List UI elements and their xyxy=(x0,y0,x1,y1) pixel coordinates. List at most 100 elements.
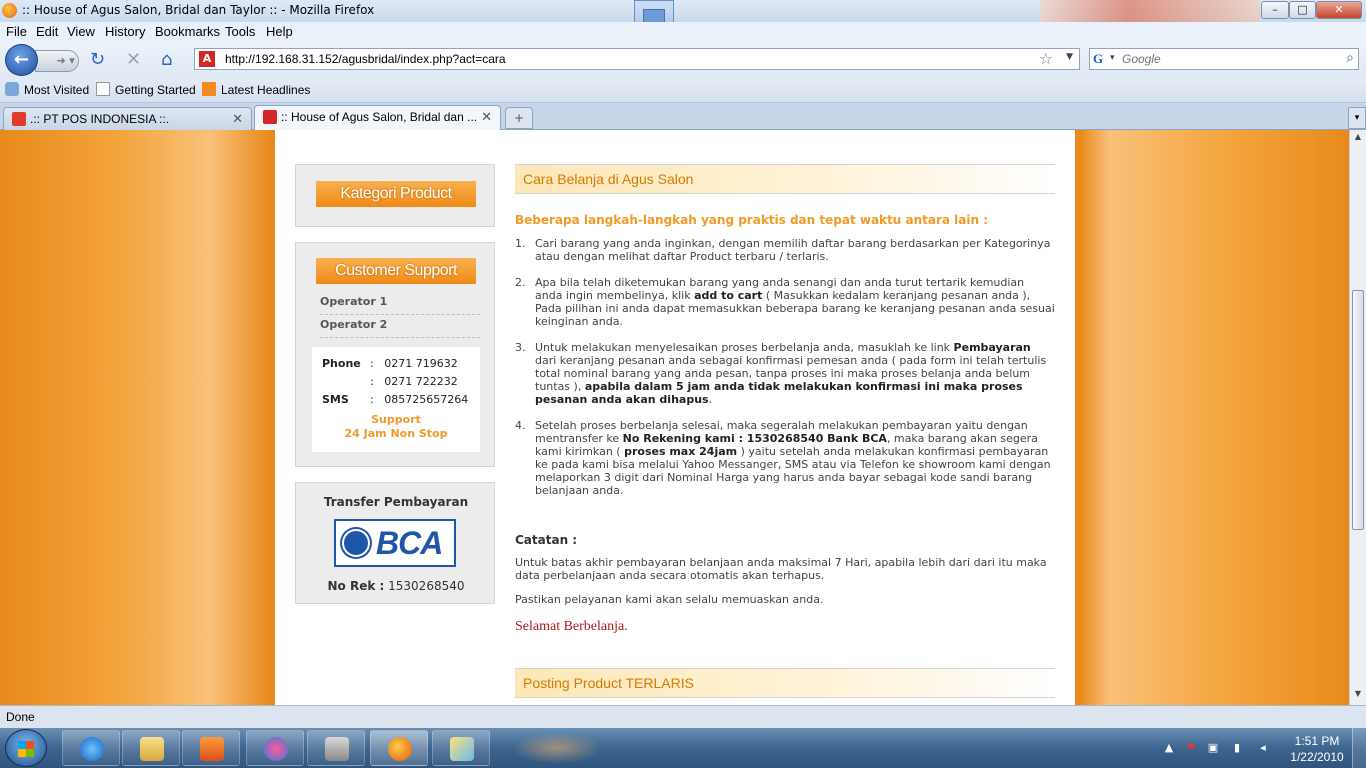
scrollbar-thumb[interactable] xyxy=(1352,290,1364,530)
catatan-paragraph-2: Pastikan pelayanan kami akan selalu memu… xyxy=(515,593,824,606)
taskbar-explorer[interactable] xyxy=(122,730,180,766)
clock[interactable]: 1:51 PM 1/22/2010 xyxy=(1286,733,1348,765)
menu-bar: File Edit View History Bookmarks Tools H… xyxy=(0,22,1366,42)
folder-icon xyxy=(140,737,164,761)
close-button[interactable]: ✕ xyxy=(1316,1,1362,19)
status-bar: Done xyxy=(0,705,1366,728)
search-input[interactable] xyxy=(1122,51,1332,67)
menu-bookmarks[interactable]: Bookmarks xyxy=(155,24,220,39)
sms-row: SMS: 085725657264 xyxy=(322,393,469,406)
list-all-tabs-icon[interactable]: ▾ xyxy=(1348,107,1366,129)
taskbar-paint[interactable] xyxy=(432,730,490,766)
transfer-box: Transfer Pembayaran BCA No Rek : 1530268… xyxy=(295,482,495,604)
tab-close-icon[interactable]: ✕ xyxy=(481,109,492,125)
start-button[interactable] xyxy=(5,729,47,767)
pos-favicon-icon xyxy=(12,112,26,126)
action-center-icon[interactable]: ⚑ xyxy=(1184,741,1198,755)
scroll-up-icon[interactable]: ▲ xyxy=(1352,132,1364,146)
maximize-button[interactable]: □ xyxy=(1289,1,1316,19)
lead-text: Beberapa langkah-langkah yang praktis da… xyxy=(515,213,988,227)
section-header: Cara Belanja di Agus Salon xyxy=(515,164,1055,194)
taskbar-firefox[interactable] xyxy=(370,730,428,766)
kategori-box: Kategori Product xyxy=(295,164,495,227)
sms-number: 085725657264 xyxy=(384,393,469,406)
reload-icon[interactable]: ↻ xyxy=(90,51,105,69)
tab-close-icon[interactable]: ✕ xyxy=(232,111,243,127)
url-text[interactable]: http://192.168.31.152/agusbridal/index.p… xyxy=(225,52,506,66)
menu-view[interactable]: View xyxy=(67,24,95,39)
window-title: :: House of Agus Salon, Bridal dan Taylo… xyxy=(22,3,375,17)
firefox-window: :: House of Agus Salon, Bridal dan Taylo… xyxy=(0,0,1366,768)
bookmark-most-visited[interactable]: Most Visited xyxy=(5,82,89,97)
minimize-button[interactable]: – xyxy=(1261,1,1289,19)
operator-2[interactable]: Operator 2 xyxy=(320,318,480,338)
catatan-paragraph-1: Untuk batas akhir pembayaran belanjaan a… xyxy=(515,556,1047,582)
taskbar-app-5[interactable] xyxy=(307,730,365,766)
url-dropdown-icon[interactable]: ▼ xyxy=(1066,52,1073,62)
menu-history[interactable]: History xyxy=(105,24,145,39)
device-icon[interactable]: ▣ xyxy=(1206,741,1220,755)
ie-icon xyxy=(80,737,104,761)
search-icon[interactable]: ⌕ xyxy=(1346,50,1354,66)
support-text: Support xyxy=(371,413,421,426)
phone-row: Phone: 0271 719632 xyxy=(322,357,458,370)
search-bar[interactable]: G ▾ ⌕ xyxy=(1089,48,1359,70)
contact-card: Phone: 0271 719632 : 0271 722232 SMS: 08… xyxy=(312,347,480,452)
page-viewport: Kategori Product Customer Support Operat… xyxy=(0,130,1349,705)
tab-pos-indonesia[interactable]: .:: PT POS INDONESIA ::. ✕ xyxy=(3,107,252,130)
system-tray: ▲ ⚑ ▣ ▮ ◂ xyxy=(1160,728,1280,768)
bookmark-getting-started[interactable]: Getting Started xyxy=(96,82,196,97)
google-engine-icon[interactable]: G xyxy=(1093,51,1109,67)
phone-row-2: : 0271 722232 xyxy=(370,375,458,388)
show-desktop-button[interactable] xyxy=(1352,728,1366,768)
tab-strip: .:: PT POS INDONESIA ::. ✕ :: House of A… xyxy=(0,103,1366,131)
taskbar-internet-explorer[interactable] xyxy=(62,730,120,766)
firefox-icon xyxy=(388,737,412,761)
phone-1: 0271 719632 xyxy=(384,357,458,370)
status-text: Done xyxy=(6,710,35,724)
forward-button[interactable]: ➜ ▾ xyxy=(35,50,79,72)
stop-icon[interactable]: ✕ xyxy=(126,51,141,69)
list-item: 2. Apa bila telah diketemukan barang yang… xyxy=(515,276,1055,328)
menu-file[interactable]: File xyxy=(6,24,27,39)
menu-help[interactable]: Help xyxy=(266,24,293,39)
url-bar[interactable]: A http://192.168.31.152/agusbridal/index… xyxy=(194,48,1080,70)
operator-1[interactable]: Operator 1 xyxy=(320,295,480,315)
engine-dropdown-icon[interactable]: ▾ xyxy=(1110,53,1115,63)
transfer-title: Transfer Pembayaran xyxy=(323,495,469,509)
menu-tools[interactable]: Tools xyxy=(225,24,255,39)
title-bar: :: House of Agus Salon, Bridal dan Taylo… xyxy=(0,0,1366,38)
taskbar-media-player[interactable] xyxy=(182,730,240,766)
taskbar-app-4[interactable] xyxy=(246,730,304,766)
vertical-scrollbar[interactable]: ▲ ▼ xyxy=(1349,130,1366,705)
page-body: Kategori Product Customer Support Operat… xyxy=(275,130,1075,705)
home-icon[interactable]: ⌂ xyxy=(161,51,172,69)
menu-edit[interactable]: Edit xyxy=(36,24,58,39)
windows-taskbar: ▲ ⚑ ▣ ▮ ◂ 1:51 PM 1/22/2010 xyxy=(0,728,1366,768)
kategori-product-banner[interactable]: Kategori Product xyxy=(316,181,476,207)
scroll-down-icon[interactable]: ▼ xyxy=(1352,689,1364,703)
rss-feed-icon xyxy=(202,82,216,96)
show-hidden-icons-icon[interactable]: ▲ xyxy=(1162,741,1176,755)
tools-icon xyxy=(325,737,349,761)
blurred-region xyxy=(512,732,602,764)
bookmarks-toolbar: Most Visited Getting Started Latest Head… xyxy=(0,78,1366,103)
new-tab-button[interactable]: + xyxy=(505,107,533,129)
tab-agus-salon[interactable]: :: House of Agus Salon, Bridal dan ... ✕ xyxy=(254,105,501,131)
site-favicon-icon xyxy=(263,110,277,124)
clock-date: 1/22/2010 xyxy=(1290,750,1344,764)
customer-support-box: Customer Support Operator 1 Operator 2 P… xyxy=(295,242,495,467)
bookmark-latest-headlines[interactable]: Latest Headlines xyxy=(202,82,310,97)
back-button[interactable]: ← xyxy=(5,44,38,76)
firefox-icon xyxy=(2,3,17,18)
site-favicon-icon: A xyxy=(199,51,215,67)
steps-list: 1. Cari barang yang anda inginkan, dengan… xyxy=(515,237,1055,510)
bookmark-star-icon[interactable]: ☆ xyxy=(1039,49,1053,68)
volume-icon[interactable]: ◂ xyxy=(1256,741,1270,755)
paint-icon xyxy=(450,737,474,761)
media-player-icon xyxy=(200,737,224,761)
list-item: 3. Untuk melakukan menyelesaikan proses b… xyxy=(515,341,1047,406)
network-icon[interactable]: ▮ xyxy=(1230,741,1244,755)
list-item: 1. Cari barang yang anda inginkan, dengan… xyxy=(515,237,1051,263)
clock-time: 1:51 PM xyxy=(1294,734,1340,748)
